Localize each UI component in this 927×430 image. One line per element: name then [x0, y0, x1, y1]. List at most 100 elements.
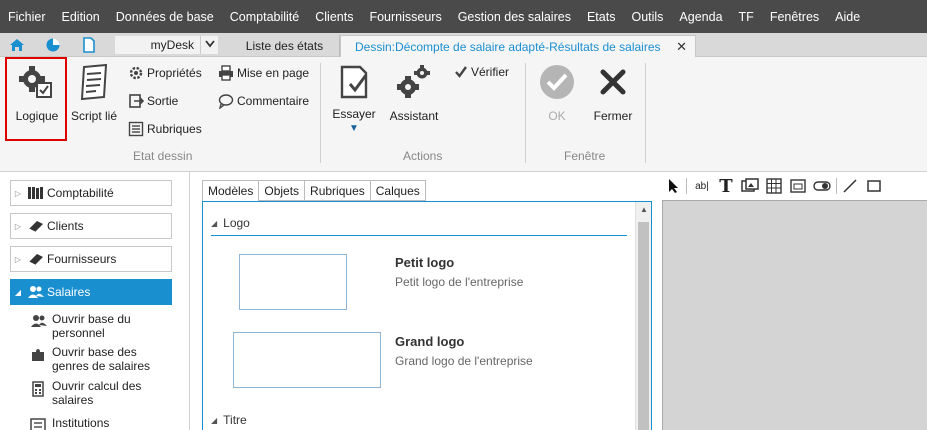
menu-fichier[interactable]: Fichier [0, 10, 54, 24]
collapse-triangle-icon[interactable]: ◢ [211, 219, 217, 228]
assistant-gears-icon [397, 65, 430, 98]
settings-gear-icon [129, 66, 143, 80]
script-lie-button[interactable]: Script lié [68, 63, 120, 123]
sub-label-line1: Ouvrir calcul des [52, 379, 142, 393]
vertical-scrollbar[interactable]: ▲ [635, 202, 651, 430]
gear-logic-icon [19, 66, 52, 98]
rectangle-tool-icon[interactable] [864, 176, 884, 196]
text-tool-icon[interactable]: T [716, 176, 736, 197]
tab-dessin-label: Dessin:Décompte de salaire adapté-Résult… [355, 40, 661, 54]
rubriques-label: Rubriques [147, 122, 202, 136]
calculator-icon [30, 381, 52, 397]
mise-en-page-button[interactable]: Mise en page [218, 65, 309, 81]
verifier-button[interactable]: Vérifier [454, 65, 509, 79]
essayer-button[interactable]: Essayer ▼ [328, 63, 380, 134]
document-tab-bar: myDesk Liste des états Dessin:Décompte d… [0, 33, 927, 57]
menu-agenda[interactable]: Agenda [671, 10, 730, 24]
tab-calques[interactable]: Calques [370, 180, 426, 201]
collapse-arrow-icon[interactable]: ◢ [11, 288, 25, 297]
grand-logo-title[interactable]: Grand logo [395, 334, 464, 349]
caret-down-icon: ▼ [349, 123, 359, 134]
collapse-triangle-icon[interactable]: ◢ [211, 416, 217, 425]
grand-logo-preview[interactable] [233, 332, 381, 388]
group-label-actions: Actions [403, 149, 443, 163]
panel-tabs: Modèles Objets Rubriques Calques [202, 180, 426, 202]
logique-label: Logique [15, 109, 59, 123]
nav-salaires[interactable]: ◢ Salaires [10, 279, 172, 305]
tab-rubriques[interactable]: Rubriques [305, 180, 371, 201]
tab-dessin-active[interactable]: Dessin:Décompte de salaire adapté-Résult… [340, 35, 696, 57]
sub-institutions[interactable]: Institutions [30, 416, 180, 430]
petit-logo-preview[interactable] [239, 254, 347, 310]
toolbar-separator [686, 178, 687, 194]
templates-list: ◢ Logo Petit logo Petit logo de l'entrep… [202, 201, 652, 430]
mydesk-selector[interactable]: myDesk [115, 36, 200, 54]
fermer-button[interactable]: Fermer [590, 63, 636, 123]
logique-button[interactable]: Logique [8, 63, 66, 123]
nav-clients[interactable]: ▷ Clients [10, 213, 172, 239]
menu-fenetres[interactable]: Fenêtres [762, 10, 827, 24]
chevron-down-icon[interactable] [200, 36, 218, 54]
sortie-button[interactable]: Sortie [128, 93, 178, 109]
home-icon[interactable] [8, 36, 26, 54]
menu-donnees-de-base[interactable]: Données de base [108, 10, 222, 24]
try-document-icon [340, 65, 368, 99]
petit-logo-title[interactable]: Petit logo [395, 255, 454, 270]
scroll-up-arrow-icon[interactable]: ▲ [636, 202, 652, 218]
assistant-button[interactable]: Assistant [386, 63, 442, 123]
close-icon[interactable]: ✕ [676, 36, 687, 58]
tab-objets[interactable]: Objets [259, 180, 306, 201]
pie-chart-icon[interactable] [44, 36, 62, 54]
table-grid-icon[interactable] [764, 176, 784, 196]
menu-comptabilite[interactable]: Comptabilité [222, 10, 307, 24]
scroll-thumb[interactable] [638, 222, 649, 430]
menu-aide[interactable]: Aide [827, 10, 868, 24]
templates-panel: Modèles Objets Rubriques Calques ◢ Logo … [190, 172, 660, 430]
document-icon[interactable] [80, 36, 98, 54]
tab-liste-des-etats[interactable]: Liste des états [230, 35, 340, 57]
design-canvas[interactable] [662, 200, 927, 430]
menu-clients[interactable]: Clients [307, 10, 361, 24]
menu-edition[interactable]: Edition [54, 10, 108, 24]
sub-ouvrir-calcul-salaires[interactable]: Ouvrir calcul des salaires [30, 379, 180, 407]
menu-fournisseurs[interactable]: Fournisseurs [361, 10, 449, 24]
sub-ouvrir-base-personnel[interactable]: Ouvrir base du personnel [30, 312, 180, 340]
text-field-icon[interactable]: ab| [692, 176, 712, 196]
menu-tf[interactable]: TF [731, 10, 762, 24]
line-tool-icon[interactable] [840, 176, 860, 196]
section-titre-header[interactable]: ◢ Titre [211, 413, 247, 427]
book-icon [25, 218, 47, 234]
section-logo-header[interactable]: ◢ Logo [211, 216, 250, 230]
menu-gestion-salaires[interactable]: Gestion des salaires [450, 10, 579, 24]
mise-en-page-label: Mise en page [237, 66, 310, 80]
institution-icon [30, 418, 52, 430]
books-icon [25, 185, 47, 201]
proprietes-button[interactable]: Propriétés [128, 65, 202, 81]
tab-modeles[interactable]: Modèles [202, 180, 260, 202]
close-x-icon [600, 69, 626, 95]
toggle-icon[interactable] [812, 176, 832, 196]
expand-arrow-icon[interactable]: ▷ [11, 222, 25, 231]
sub-ouvrir-base-genres[interactable]: Ouvrir base des genres de salaires [30, 345, 180, 373]
nav-comptabilite[interactable]: ▷ Comptabilité [10, 180, 172, 206]
form-field-icon[interactable] [788, 176, 808, 196]
expand-arrow-icon[interactable]: ▷ [11, 189, 25, 198]
puzzle-icon [30, 347, 52, 363]
people-icon [25, 284, 47, 300]
ok-button[interactable]: OK [534, 63, 580, 123]
expand-arrow-icon[interactable]: ▷ [11, 255, 25, 264]
petit-logo-desc: Petit logo de l'entreprise [395, 275, 524, 289]
grand-logo-desc: Grand logo de l'entreprise [395, 354, 533, 368]
nav-fournisseurs[interactable]: ▷ Fournisseurs [10, 246, 172, 272]
section-divider [211, 235, 627, 236]
pointer-icon[interactable] [664, 176, 684, 196]
rubriques-button[interactable]: Rubriques [128, 121, 202, 137]
menu-outils[interactable]: Outils [623, 10, 671, 24]
sub-label-line1: Ouvrir base du [52, 312, 131, 326]
comment-icon [218, 94, 234, 109]
proprietes-label: Propriétés [147, 66, 202, 80]
commentaire-button[interactable]: Commentaire [218, 93, 309, 109]
image-tool-icon[interactable] [740, 176, 760, 196]
check-icon [455, 66, 467, 78]
menu-etats[interactable]: Etats [579, 10, 624, 24]
